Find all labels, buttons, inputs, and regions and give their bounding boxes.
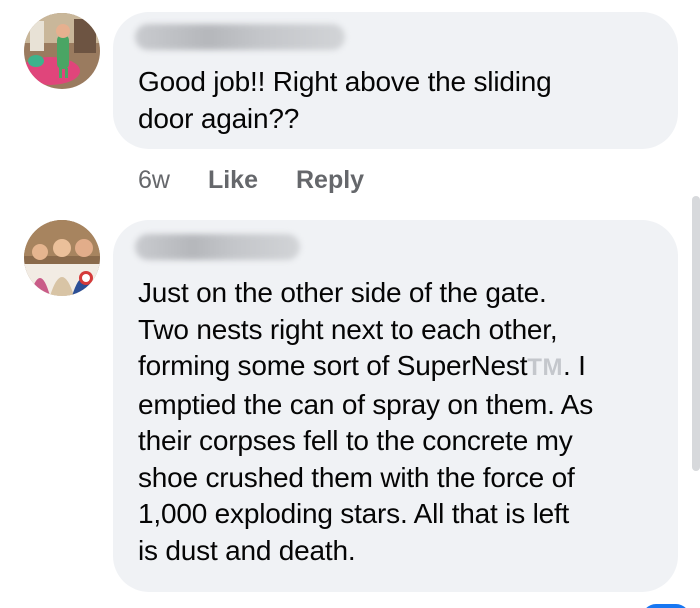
- comment-bubble: Just on the other side of the gate. Two …: [113, 220, 678, 592]
- comment-thread: Good job!! Right above the sliding door …: [0, 0, 700, 608]
- trademark-mark: TM: [527, 354, 563, 381]
- like-button[interactable]: Like: [208, 166, 258, 195]
- comment-text-part: . I emptied the can of spray on them. As…: [138, 350, 594, 566]
- user-avatar-icon: [24, 13, 100, 89]
- redacted-author-name: [135, 24, 345, 50]
- comment-text: Just on the other side of the gate. Two …: [138, 275, 673, 569]
- redacted-author-name: [135, 234, 300, 260]
- comment-text: Good job!! Right above the sliding door …: [138, 66, 552, 134]
- comment-bubble: Good job!! Right above the sliding door …: [113, 12, 678, 149]
- commenter-avatar[interactable]: [24, 220, 100, 296]
- commenter-avatar[interactable]: [24, 13, 100, 89]
- floating-action-button-edge[interactable]: [642, 604, 690, 608]
- user-avatar-icon: [24, 220, 100, 296]
- comment-timestamp[interactable]: 6w: [138, 166, 170, 195]
- comment-text-part: Just on the other side of the gate. Two …: [138, 277, 558, 381]
- reply-button[interactable]: Reply: [296, 166, 364, 195]
- comment-actions: 6w Like Reply: [138, 166, 402, 195]
- scrollbar[interactable]: [692, 196, 700, 471]
